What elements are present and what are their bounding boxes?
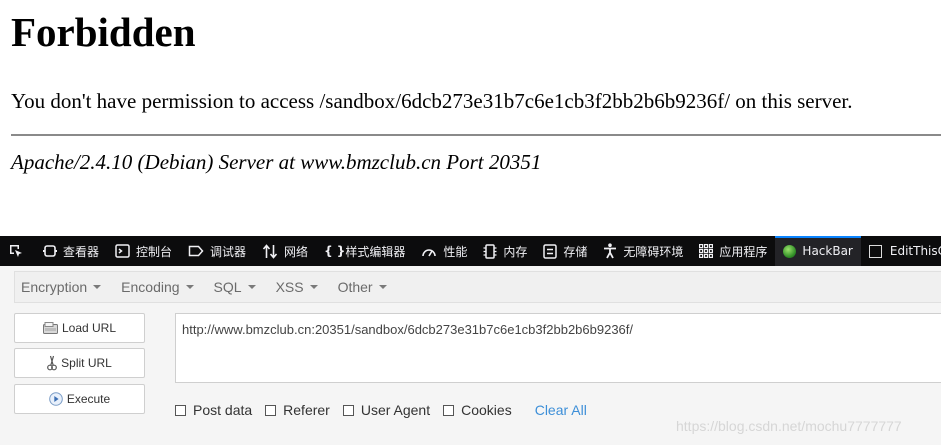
play-icon bbox=[49, 392, 63, 406]
tab-editthiscookie[interactable]: EditThisC bbox=[861, 236, 941, 266]
user-agent-option[interactable]: User Agent bbox=[342, 402, 431, 418]
user-agent-checkbox[interactable] bbox=[342, 404, 354, 416]
tab-label: 无障碍环境 bbox=[623, 244, 684, 259]
option-label: Referer bbox=[283, 402, 330, 418]
tab-label: 网络 bbox=[284, 244, 309, 259]
menu-label: Encoding bbox=[121, 279, 180, 295]
hackbar-icon bbox=[783, 244, 797, 258]
inspector-icon bbox=[43, 245, 57, 257]
watermark: https://blog.csdn.net/mochu7777777 bbox=[676, 418, 902, 434]
tab-debugger[interactable]: 调试器 bbox=[180, 236, 254, 266]
tab-storage[interactable]: 存储 bbox=[535, 236, 595, 266]
button-label: Split URL bbox=[61, 356, 112, 370]
chevron-down-icon bbox=[247, 285, 256, 289]
tab-inspector[interactable]: 查看器 bbox=[35, 236, 107, 266]
cookies-checkbox[interactable] bbox=[443, 404, 455, 416]
tab-label: 样式编辑器 bbox=[345, 244, 406, 259]
clear-all-link[interactable]: Clear All bbox=[535, 402, 587, 418]
console-icon bbox=[115, 244, 130, 258]
style-editor-icon: { } bbox=[324, 244, 346, 258]
post-data-option[interactable]: Post data bbox=[175, 402, 252, 418]
referer-checkbox[interactable] bbox=[265, 404, 277, 416]
page-title: Forbidden bbox=[11, 9, 196, 55]
tab-label: HackBar bbox=[802, 244, 853, 258]
editthiscookie-icon bbox=[868, 244, 882, 258]
tab-hackbar[interactable]: HackBar bbox=[775, 236, 861, 266]
cookies-option[interactable]: Cookies bbox=[443, 402, 512, 418]
menu-label: Other bbox=[337, 279, 373, 295]
load-url-button[interactable]: Load URL bbox=[14, 313, 145, 343]
chevron-down-icon bbox=[309, 285, 318, 289]
option-label: Cookies bbox=[461, 402, 512, 418]
menu-encoding[interactable]: Encoding bbox=[121, 279, 194, 295]
application-icon bbox=[699, 244, 714, 258]
tab-label: 性能 bbox=[443, 244, 468, 259]
url-textarea[interactable]: http://www.bmzclub.cn:20351/sandbox/6dcb… bbox=[175, 313, 941, 383]
post-data-checkbox[interactable] bbox=[175, 404, 186, 416]
memory-icon bbox=[483, 243, 497, 259]
pick-element-icon bbox=[10, 245, 22, 257]
network-icon bbox=[262, 243, 278, 259]
tab-label: 内存 bbox=[503, 244, 528, 259]
server-signature: Apache/2.4.10 (Debian) Server at www.bmz… bbox=[11, 150, 542, 174]
menu-sql[interactable]: SQL bbox=[214, 279, 256, 295]
performance-icon bbox=[422, 249, 437, 257]
pick-element-button[interactable] bbox=[0, 236, 31, 266]
tab-label: 调试器 bbox=[210, 244, 247, 259]
menu-xss[interactable]: XSS bbox=[276, 279, 318, 295]
tab-style-editor[interactable]: { } 样式编辑器 bbox=[316, 236, 413, 266]
devtools-toolbar: 查看器 控制台 调试器 网络 { } 样式编辑器 性能 内存 存储 无障碍环境 … bbox=[0, 236, 941, 266]
tab-console[interactable]: 控制台 bbox=[107, 236, 180, 266]
menu-other[interactable]: Other bbox=[338, 279, 387, 295]
storage-icon bbox=[543, 243, 558, 259]
chevron-down-icon bbox=[185, 285, 194, 289]
tab-application[interactable]: 应用程序 bbox=[691, 236, 775, 266]
error-message: You don't have permission to access /san… bbox=[11, 89, 853, 113]
option-label: Post data bbox=[193, 402, 253, 418]
menu-label: SQL bbox=[213, 279, 242, 295]
menu-label: XSS bbox=[275, 279, 304, 295]
tab-label: EditThisC bbox=[889, 244, 941, 258]
accessibility-icon bbox=[604, 243, 617, 259]
split-url-button[interactable]: Split URL bbox=[14, 348, 145, 378]
hackbar-menu: Encryption Encoding SQL XSS Other bbox=[14, 271, 941, 303]
chevron-down-icon bbox=[378, 285, 387, 289]
debugger-icon bbox=[188, 245, 204, 257]
button-label: Execute bbox=[66, 392, 111, 406]
tab-label: 应用程序 bbox=[719, 244, 768, 259]
option-label: User Agent bbox=[360, 402, 431, 418]
scissors-icon bbox=[47, 355, 58, 371]
tab-memory[interactable]: 内存 bbox=[475, 236, 535, 266]
button-label: Load URL bbox=[61, 321, 117, 335]
chevron-down-icon bbox=[93, 285, 102, 289]
hackbar-options: Post data Referer User Agent Cookies Cle… bbox=[175, 401, 587, 419]
menu-label: Encryption bbox=[21, 279, 88, 295]
tab-network[interactable]: 网络 bbox=[254, 236, 316, 266]
load-url-icon bbox=[42, 322, 58, 334]
referer-option[interactable]: Referer bbox=[265, 402, 330, 418]
tab-label: 控制台 bbox=[136, 244, 173, 259]
tab-accessibility[interactable]: 无障碍环境 bbox=[595, 236, 691, 266]
tab-label: 查看器 bbox=[63, 244, 100, 259]
menu-encryption[interactable]: Encryption bbox=[21, 279, 102, 295]
tab-performance[interactable]: 性能 bbox=[413, 236, 475, 266]
divider bbox=[11, 134, 941, 136]
tab-label: 存储 bbox=[563, 244, 588, 259]
execute-button[interactable]: Execute bbox=[14, 384, 145, 414]
